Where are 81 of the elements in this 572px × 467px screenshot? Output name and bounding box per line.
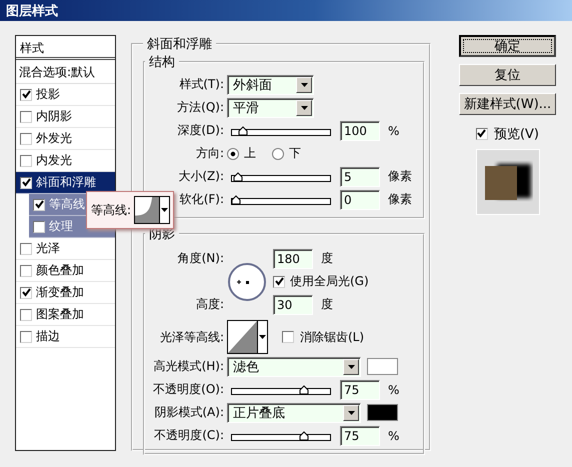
checkbox-label: 消除锯齿(L) xyxy=(300,328,364,346)
slider-track[interactable] xyxy=(231,384,331,396)
checkbox[interactable] xyxy=(20,308,32,320)
list-header: 样式 xyxy=(16,36,115,60)
dropdown[interactable]: 滤色 xyxy=(227,356,361,376)
dropdown[interactable]: 外斜面 xyxy=(227,74,314,94)
checkbox[interactable] xyxy=(33,220,45,232)
checkbox[interactable] xyxy=(282,331,294,343)
slider-thumb[interactable] xyxy=(231,194,241,204)
slider-track[interactable] xyxy=(231,430,331,442)
radio-option[interactable]: 上 xyxy=(227,145,256,162)
field-label: 不透明度(O): xyxy=(152,381,225,398)
caret-icon xyxy=(161,208,168,212)
unit-label: 度 xyxy=(321,296,333,313)
field-label: 光泽等高线: xyxy=(158,328,225,346)
radio-option[interactable]: 下 xyxy=(272,145,301,162)
dropdown[interactable]: 正片叠底 xyxy=(227,402,361,422)
checkbox[interactable] xyxy=(20,110,32,122)
value-field[interactable]: 75 xyxy=(340,426,380,446)
slider-thumb[interactable] xyxy=(238,126,248,136)
field-label: 深度(D): xyxy=(176,122,225,139)
field-label: 阴影模式(A): xyxy=(153,404,225,421)
field-label: 样式(T): xyxy=(178,76,225,93)
value-field[interactable]: 5 xyxy=(340,166,380,186)
field-label: 高度: xyxy=(194,296,225,313)
checkbox[interactable] xyxy=(20,264,32,276)
contour-picker[interactable] xyxy=(227,320,268,354)
field-label: 方法(Q): xyxy=(176,99,225,116)
slider-track[interactable] xyxy=(231,124,331,136)
field-label: 方向: xyxy=(194,145,225,162)
unit-label: % xyxy=(388,382,400,396)
caret-icon xyxy=(300,82,308,86)
style-list-item[interactable]: 斜面和浮雕 xyxy=(16,172,115,194)
caret-icon xyxy=(348,364,354,368)
checkbox[interactable] xyxy=(33,198,45,210)
field-label: 不透明度(C): xyxy=(153,427,225,444)
caret-icon xyxy=(300,106,308,110)
preview-thumbnail xyxy=(476,149,540,215)
color-swatch[interactable] xyxy=(367,358,398,375)
checkbox-label: 使用全局光(G) xyxy=(290,273,369,290)
checkbox[interactable] xyxy=(273,276,285,288)
field-label: 角度(N): xyxy=(176,250,225,267)
checkbox[interactable] xyxy=(20,242,32,254)
caret-icon xyxy=(259,335,266,339)
value-field[interactable]: 75 xyxy=(340,380,380,400)
checkbox-label: 预览(V) xyxy=(494,126,540,142)
slider-thumb[interactable] xyxy=(232,172,243,182)
angle-dial[interactable] xyxy=(227,262,267,302)
checkbox[interactable] xyxy=(20,154,32,166)
checkbox[interactable] xyxy=(20,286,32,298)
slider-track[interactable] xyxy=(231,194,331,206)
slider-thumb[interactable] xyxy=(298,430,308,440)
dialog-button[interactable]: 新建样式(W)... xyxy=(459,93,556,115)
checkbox[interactable] xyxy=(20,330,32,342)
contour-picker[interactable] xyxy=(134,196,170,224)
value-field[interactable]: 180 xyxy=(273,248,313,268)
color-swatch[interactable] xyxy=(367,404,398,421)
value-field[interactable]: 30 xyxy=(273,294,313,314)
checkbox[interactable] xyxy=(20,88,32,100)
value-field[interactable]: 100 xyxy=(340,120,380,140)
slider-thumb[interactable] xyxy=(298,384,308,394)
field-label: 软化(F): xyxy=(178,191,225,208)
dropdown[interactable]: 平滑 xyxy=(227,98,314,118)
field-label: 大小(Z): xyxy=(177,168,225,185)
field-label: 高光模式(H): xyxy=(152,358,225,375)
unit-label: 度 xyxy=(321,250,333,267)
checkbox[interactable] xyxy=(476,128,488,140)
dialog-button[interactable]: 复位 xyxy=(459,64,556,86)
unit-label: % xyxy=(388,428,400,442)
caret-icon xyxy=(348,410,354,414)
checkbox[interactable] xyxy=(20,132,32,144)
unit-label: 像素 xyxy=(388,191,412,208)
window-title: 图层样式 xyxy=(6,2,58,20)
dialog-button[interactable]: 确定 xyxy=(459,35,556,57)
group-title: 结构 xyxy=(148,54,176,71)
unit-label: % xyxy=(388,124,400,138)
slider-track[interactable] xyxy=(231,170,331,182)
value-field[interactable]: 0 xyxy=(340,190,380,210)
unit-label: 像素 xyxy=(388,168,412,185)
section-title: 斜面和浮雕 xyxy=(146,36,213,53)
checkbox[interactable] xyxy=(20,176,32,188)
